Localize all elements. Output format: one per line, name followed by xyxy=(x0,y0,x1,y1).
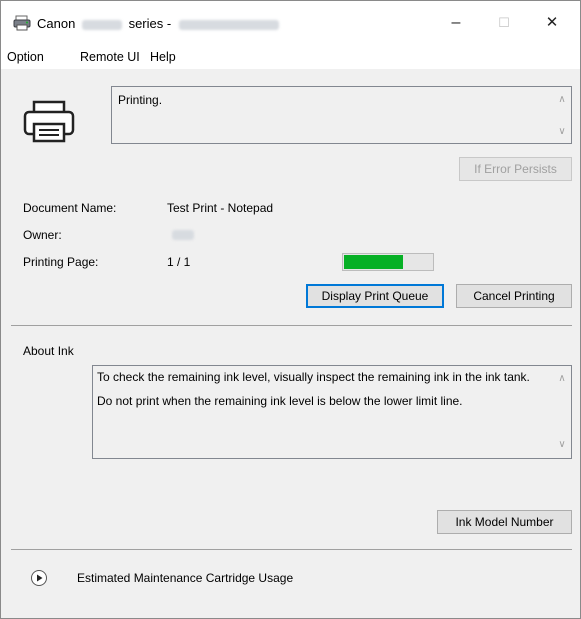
window-title: Canon series - xyxy=(37,16,279,31)
redacted-printer-name xyxy=(178,19,279,30)
scroll-down-icon[interactable]: ∨ xyxy=(557,440,567,450)
scroll-up-icon[interactable]: ∧ xyxy=(557,374,567,384)
status-message: Printing. xyxy=(118,93,163,107)
section-divider-top xyxy=(11,325,572,326)
maintenance-cartridge-label[interactable]: Estimated Maintenance Cartridge Usage xyxy=(77,571,293,585)
print-progress-fill xyxy=(344,255,403,269)
print-progress-bar xyxy=(342,253,434,271)
printing-page-label: Printing Page: xyxy=(23,255,99,269)
menu-remote-ui[interactable]: Remote UI xyxy=(80,50,140,64)
minimize-button[interactable]: – xyxy=(432,1,480,45)
minimize-icon: – xyxy=(451,14,461,31)
title-series: series - xyxy=(128,16,172,31)
scroll-down-icon[interactable]: ∨ xyxy=(557,127,567,137)
ink-info-paragraph: To check the remaining ink level, visual… xyxy=(97,370,530,384)
scroll-up-icon[interactable]: ∧ xyxy=(557,95,567,105)
if-error-persists-button[interactable]: If Error Persists xyxy=(459,157,572,181)
maximize-button[interactable]: ☐ xyxy=(480,1,528,45)
printer-app-icon xyxy=(13,15,31,31)
ink-info-paragraph: Do not print when the remaining ink leve… xyxy=(97,394,463,408)
ink-model-number-button[interactable]: Ink Model Number xyxy=(437,510,572,534)
document-name-label: Document Name: xyxy=(23,201,117,215)
play-arrow-icon xyxy=(37,574,43,582)
menu-help[interactable]: Help xyxy=(150,50,176,64)
redacted-model xyxy=(81,19,122,30)
redacted-owner xyxy=(172,230,194,240)
status-message-box[interactable]: Printing. ∧ ∨ xyxy=(111,86,572,144)
ink-info-box[interactable]: To check the remaining ink level, visual… xyxy=(92,365,572,459)
close-button[interactable]: ✕ xyxy=(528,1,576,45)
ink-info-text: To check the remaining ink level, visual… xyxy=(97,370,547,418)
close-icon: ✕ xyxy=(545,14,559,31)
about-ink-label: About Ink xyxy=(23,344,74,358)
main-panel: Printing. ∧ ∨ If Error Persists Document… xyxy=(1,69,580,618)
menu-option[interactable]: Option xyxy=(7,50,44,64)
cancel-printing-button[interactable]: Cancel Printing xyxy=(456,284,572,308)
document-name-value: Test Print - Notepad xyxy=(167,201,274,215)
owner-label: Owner: xyxy=(23,228,62,242)
display-print-queue-button[interactable]: Display Print Queue xyxy=(306,284,444,308)
section-divider-bottom xyxy=(11,549,572,550)
printing-page-value: 1 / 1 xyxy=(167,255,191,269)
title-bar[interactable]: Canon series - – ☐ ✕ xyxy=(1,1,580,45)
printer-status-window: Canon series - – ☐ ✕ Option Remote UI He… xyxy=(0,0,581,619)
menu-bar: Option Remote UI Help xyxy=(1,45,580,69)
expand-button[interactable] xyxy=(31,570,47,586)
title-brand: Canon xyxy=(37,16,76,31)
maximize-icon: ☐ xyxy=(498,15,510,30)
printer-icon xyxy=(23,100,75,143)
